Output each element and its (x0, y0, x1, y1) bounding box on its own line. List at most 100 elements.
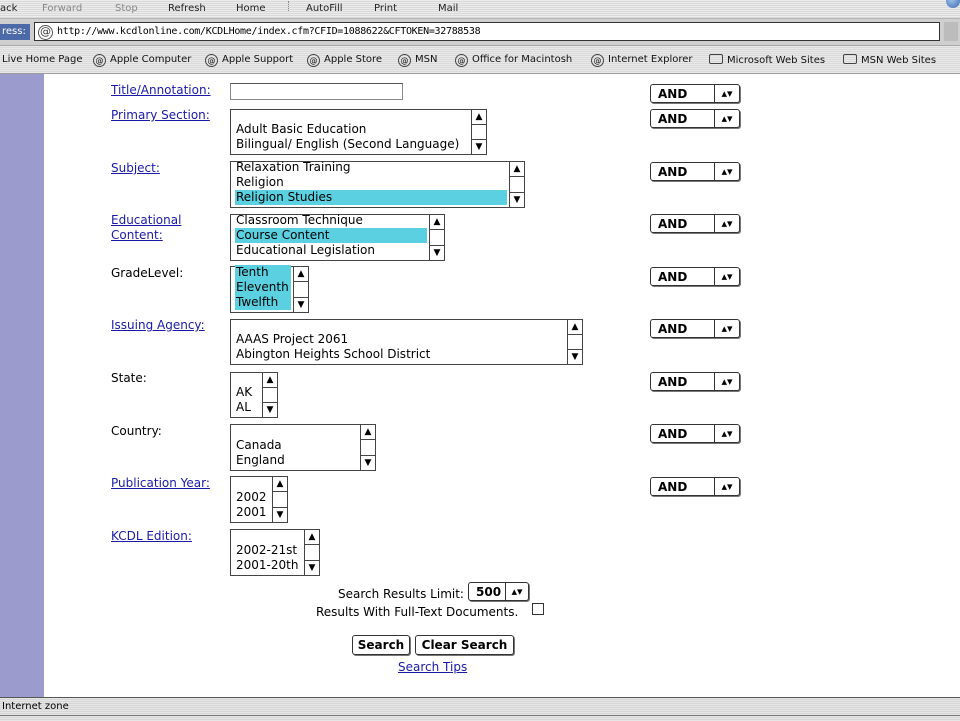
listbox-scrollbar[interactable]: ▲ ▼ (262, 373, 278, 417)
list-option[interactable]: AL (235, 400, 260, 415)
list-option[interactable]: Relaxation Training (235, 160, 507, 175)
primary-section-listbox[interactable]: Adult Basic Education Bilingual/ English… (230, 109, 487, 155)
mail-button[interactable]: Mail (438, 3, 458, 14)
scroll-down-arrow-icon[interactable]: ▼ (430, 245, 444, 260)
list-option[interactable]: 2002-21st (235, 543, 302, 558)
list-option-selected[interactable]: Course Content (235, 228, 427, 243)
scroll-up-arrow-icon[interactable]: ▲ (263, 373, 277, 388)
listbox-scrollbar[interactable]: ▲ ▼ (429, 215, 445, 260)
list-option-selected[interactable]: Twelfth (235, 295, 291, 310)
list-option[interactable]: Religion (235, 175, 507, 190)
fav-microsoft-web-sites[interactable]: Microsoft Web Sites (709, 54, 825, 66)
list-option[interactable]: Canada (235, 438, 358, 453)
operator-select-primary[interactable]: AND ▴▾ (650, 109, 740, 128)
country-listbox[interactable]: Canada England ▲ ▼ (230, 424, 376, 471)
operator-select-grade[interactable]: AND ▴▾ (650, 267, 740, 286)
fav-live-home-page[interactable]: Live Home Page (2, 54, 83, 65)
scroll-down-arrow-icon[interactable]: ▼ (472, 139, 486, 154)
stop-button[interactable]: Stop (115, 3, 138, 14)
search-button[interactable]: Search (352, 635, 410, 655)
publication-year-link[interactable]: Publication Year: (111, 476, 210, 491)
address-field[interactable]: @ http://www.kcdlonline.com/KCDLHome/ind… (34, 22, 940, 41)
list-option-selected[interactable]: Tenth (235, 265, 291, 280)
list-option-selected[interactable]: Religion Studies (235, 190, 507, 205)
scroll-down-arrow-icon[interactable]: ▼ (294, 297, 308, 312)
list-option[interactable]: England (235, 453, 358, 468)
refresh-button[interactable]: Refresh (168, 3, 206, 14)
fav-apple-computer[interactable]: @ Apple Computer (93, 54, 191, 67)
fav-apple-store[interactable]: @ Apple Store (307, 54, 382, 67)
state-listbox[interactable]: AK AL ▲ ▼ (230, 372, 278, 418)
publication-year-listbox[interactable]: 2002 2001 ▲ ▼ (230, 476, 288, 523)
scroll-up-arrow-icon[interactable]: ▲ (273, 477, 287, 492)
list-option[interactable]: Adult Basic Education (235, 122, 469, 137)
list-option[interactable]: Bilingual/ English (Second Language) (235, 137, 469, 152)
search-tips-link[interactable]: Search Tips (398, 660, 467, 675)
fulltext-checkbox[interactable] (532, 603, 544, 615)
list-option[interactable]: AAAS Project 2061 (235, 332, 565, 347)
listbox-scrollbar[interactable]: ▲ ▼ (272, 477, 288, 522)
subject-listbox[interactable]: Relaxation Training Religion Religion St… (230, 160, 525, 208)
scroll-down-arrow-icon[interactable]: ▼ (263, 402, 277, 417)
results-limit-select[interactable]: 500 ▴▾ (468, 582, 529, 601)
scroll-up-arrow-icon[interactable]: ▲ (361, 425, 375, 440)
kcdl-edition-link[interactable]: KCDL Edition: (111, 529, 192, 544)
list-option[interactable]: Classroom Technique (235, 213, 427, 228)
print-button[interactable]: Print (374, 3, 397, 14)
grade-level-listbox[interactable]: Tenth Eleventh Twelfth ▲ ▼ (230, 265, 309, 313)
listbox-scrollbar[interactable]: ▲ ▼ (360, 425, 376, 470)
educational-content-link[interactable]: Educational Content: (111, 213, 181, 243)
listbox-scrollbar[interactable]: ▲ ▼ (471, 110, 487, 154)
scroll-down-arrow-icon[interactable]: ▼ (305, 560, 319, 575)
listbox-scrollbar[interactable]: ▲ ▼ (509, 162, 525, 207)
scroll-up-arrow-icon[interactable]: ▲ (430, 215, 444, 230)
list-option-selected[interactable]: Eleventh (235, 280, 291, 295)
scroll-up-arrow-icon[interactable]: ▲ (568, 320, 582, 335)
scroll-down-arrow-icon[interactable]: ▼ (273, 507, 287, 522)
operator-select-subject[interactable]: AND ▴▾ (650, 162, 740, 181)
list-option[interactable]: 2001 (235, 505, 270, 520)
list-option[interactable]: Educational Legislation (235, 243, 427, 258)
operator-select-educational[interactable]: AND ▴▾ (650, 214, 740, 233)
list-option[interactable]: Abington Heights School District (235, 347, 565, 362)
forward-button[interactable]: Forward (42, 3, 82, 14)
issuing-agency-listbox[interactable]: AAAS Project 2061 Abington Heights Schoo… (230, 319, 583, 365)
fav-msn[interactable]: @ MSN (398, 54, 437, 67)
address-url[interactable]: http://www.kcdlonline.com/KCDLHome/index… (57, 26, 481, 37)
scroll-up-arrow-icon[interactable]: ▲ (294, 267, 308, 282)
title-annotation-link[interactable]: Title/Annotation: (111, 83, 211, 98)
issuing-agency-link[interactable]: Issuing Agency: (111, 318, 205, 333)
page-left-band (0, 74, 44, 697)
list-option[interactable]: AK (235, 385, 260, 400)
kcdl-edition-listbox[interactable]: 2002-21st 2001-20th ▲ ▼ (230, 529, 320, 576)
subject-link[interactable]: Subject: (111, 161, 160, 176)
scroll-down-arrow-icon[interactable]: ▼ (510, 192, 524, 207)
primary-section-link[interactable]: Primary Section: (111, 108, 210, 123)
operator-select-pubyear[interactable]: AND ▴▾ (650, 477, 740, 496)
listbox-scrollbar[interactable]: ▲ ▼ (293, 267, 309, 312)
operator-select-country[interactable]: AND ▴▾ (650, 424, 740, 443)
scroll-up-arrow-icon[interactable]: ▲ (510, 162, 524, 177)
scroll-up-arrow-icon[interactable]: ▲ (305, 530, 319, 545)
educational-content-listbox[interactable]: Classroom Technique Course Content Educa… (230, 213, 445, 261)
clear-search-button[interactable]: Clear Search (415, 635, 514, 655)
edu-label-line2: Content: (111, 228, 163, 242)
title-annotation-input[interactable] (230, 83, 403, 100)
listbox-scrollbar[interactable]: ▲ ▼ (304, 530, 320, 575)
scroll-down-arrow-icon[interactable]: ▼ (568, 349, 582, 364)
listbox-scrollbar[interactable]: ▲ ▼ (567, 320, 583, 364)
fav-internet-explorer[interactable]: @ Internet Explorer (591, 54, 693, 67)
operator-select-issuing[interactable]: AND ▴▾ (650, 319, 740, 338)
home-button[interactable]: Home (236, 3, 266, 14)
operator-select-state[interactable]: AND ▴▾ (650, 372, 740, 391)
autofill-button[interactable]: AutoFill (306, 3, 343, 14)
scroll-up-arrow-icon[interactable]: ▲ (472, 110, 486, 125)
fav-apple-support[interactable]: @ Apple Support (205, 54, 293, 67)
operator-select-title[interactable]: AND ▴▾ (650, 84, 740, 103)
scroll-down-arrow-icon[interactable]: ▼ (361, 455, 375, 470)
fav-office-for-macintosh[interactable]: @ Office for Macintosh (455, 54, 572, 67)
list-option[interactable]: 2002 (235, 490, 270, 505)
fav-msn-web-sites[interactable]: MSN Web Sites (843, 54, 936, 66)
back-button[interactable]: ack (0, 3, 17, 14)
list-option[interactable]: 2001-20th (235, 558, 302, 573)
